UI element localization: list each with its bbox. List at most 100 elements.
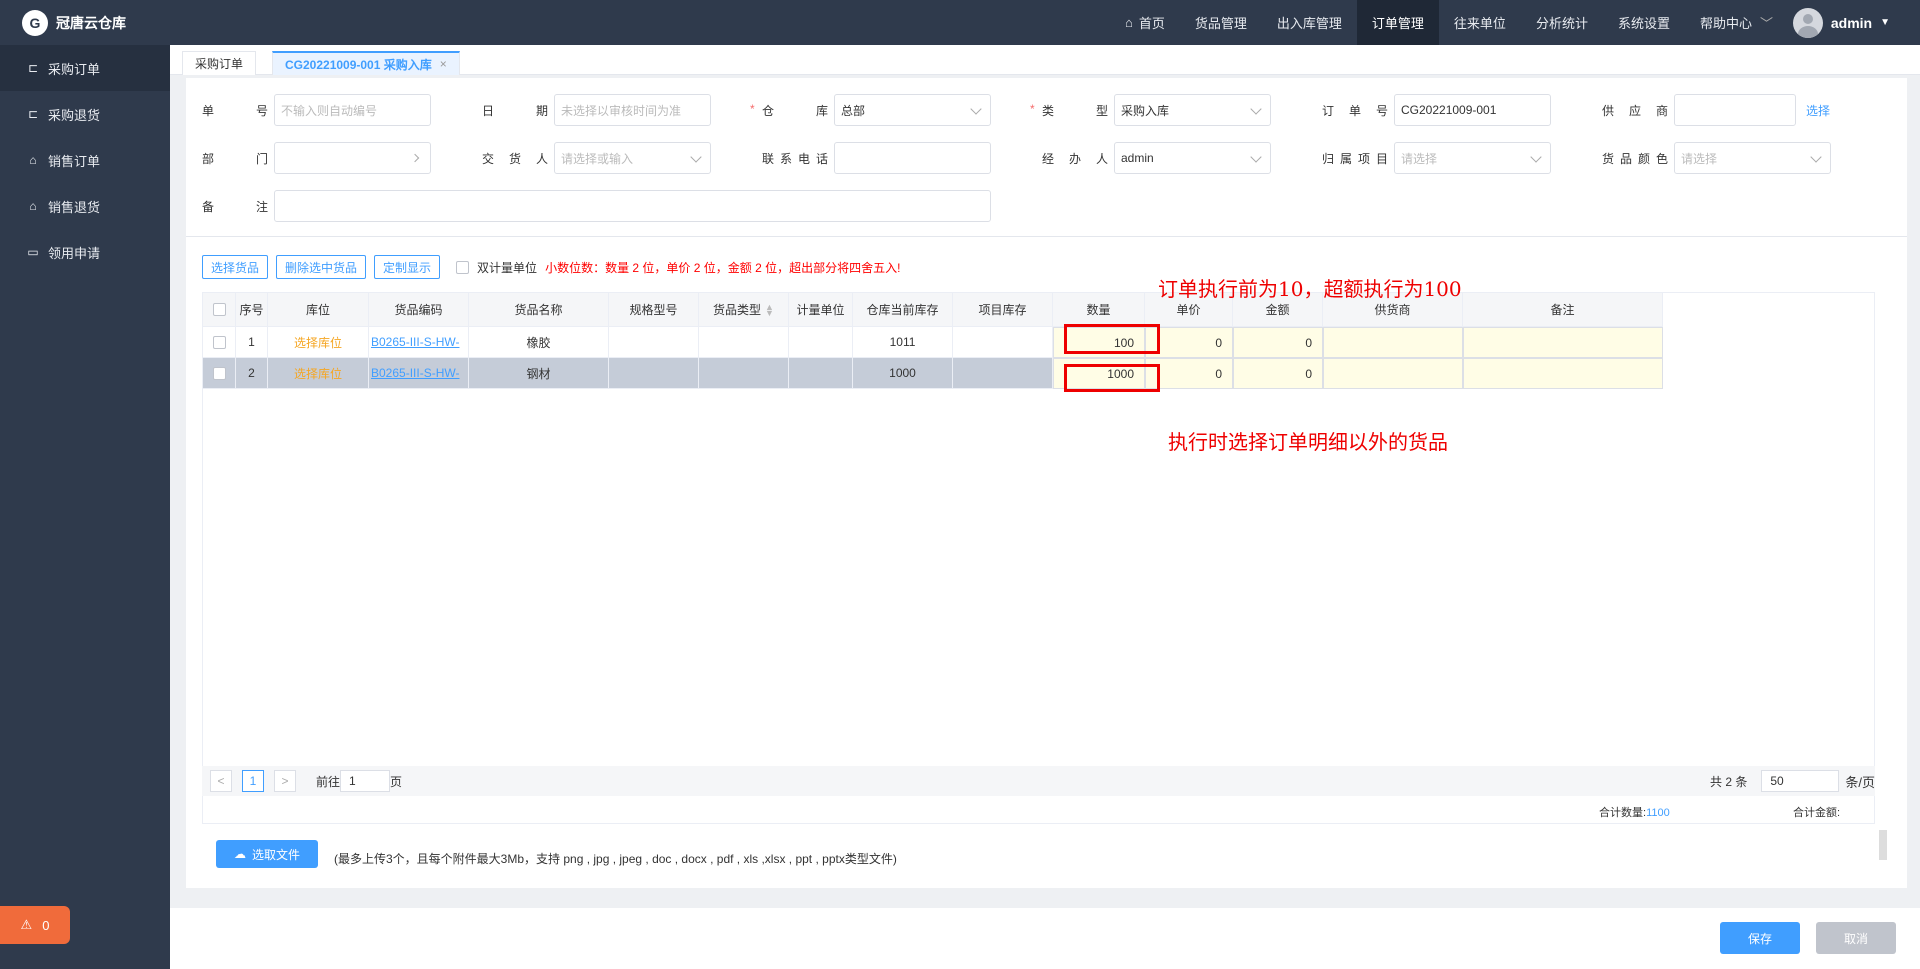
total-qty: 合计数量:1100 — [1599, 807, 1670, 819]
upload-file-button[interactable]: ☁ 选取文件 — [216, 840, 318, 868]
dual-unit-label: 双计量单位 — [477, 260, 538, 275]
close-icon[interactable]: × — [440, 57, 447, 71]
goods-name: 钢材 — [469, 358, 609, 389]
goods-code-link[interactable]: B0265-III-S-HW- — [369, 327, 469, 358]
annotation-text: 执行时选择订单明细以外的货品 — [1168, 430, 1448, 454]
project-stock — [953, 327, 1053, 358]
chevron-down-icon — [1810, 151, 1822, 163]
nav-analytics[interactable]: 分析统计 — [1521, 0, 1603, 45]
remark-cell-input[interactable] — [1463, 327, 1663, 358]
top-nav: ⌂ 首页 货品管理 出入库管理 订单管理 往来单位 分析统计 系统设置 帮助中心 ﹀… — [170, 0, 1920, 45]
save-button[interactable]: 保存 — [1720, 922, 1800, 954]
app-title: 冠唐云仓库 — [56, 14, 126, 31]
dual-unit-checkbox[interactable] — [456, 260, 470, 274]
order-no-label: 单号 — [202, 103, 268, 118]
home-icon: ⌂ — [1125, 15, 1133, 30]
color-select[interactable]: 请选择 — [1674, 142, 1831, 174]
next-page-button[interactable]: > — [274, 770, 296, 792]
pagination: < 1 > 前往 1 页 共 2 条 50 条/页 — [202, 766, 1875, 796]
user-menu[interactable]: admin ▼ — [1792, 0, 1890, 45]
sidebar-item-label: 销售订单 — [48, 153, 101, 169]
prev-page-button[interactable]: < — [210, 770, 232, 792]
select-goods-button[interactable]: 选择货品 — [202, 255, 269, 279]
highlight-box — [1064, 364, 1160, 392]
supplier-label: 供应商 — [1602, 103, 1668, 118]
nav-home[interactable]: ⌂ 首页 — [1110, 0, 1180, 45]
amount-input[interactable]: 0 — [1233, 327, 1323, 358]
alarm-button[interactable]: ⚠ 0 — [0, 906, 70, 944]
dept-select[interactable] — [274, 142, 431, 174]
remark-cell-input[interactable] — [1463, 358, 1663, 389]
stock: 1011 — [853, 327, 953, 358]
cancel-button[interactable]: 取消 — [1816, 922, 1896, 954]
sidebar-item-purchase-order[interactable]: ⊏ 采购订单 — [0, 45, 170, 91]
type-select[interactable]: 采购入库 — [1114, 94, 1271, 126]
header-cell: 数量 — [1053, 293, 1145, 327]
warehouse-select[interactable]: 总部 — [834, 94, 991, 126]
remark-label: 备注 — [202, 199, 268, 214]
date-input[interactable]: 未选择以审核时间为准 — [554, 94, 711, 126]
handler-select[interactable]: admin — [1114, 142, 1271, 174]
header-cell: 项目库存 — [953, 293, 1053, 327]
select-location-link[interactable]: 选择库位 — [268, 327, 369, 358]
select-location-link[interactable]: 选择库位 — [268, 358, 369, 389]
nav-settings[interactable]: 系统设置 — [1603, 0, 1685, 45]
highlight-box — [1064, 324, 1160, 354]
goto-page-input[interactable]: 1 — [340, 770, 391, 792]
handler-label: 经办人 — [1042, 151, 1108, 166]
goods-type — [699, 358, 789, 389]
folder-icon: ▭ — [27, 245, 39, 259]
sidebar-item-purchase-return[interactable]: ⊏ 采购退货 — [0, 91, 170, 137]
supplier-cell-input[interactable] — [1323, 327, 1463, 358]
sort-icon[interactable]: ▲ ▼ — [765, 302, 774, 317]
project-select[interactable]: 请选择 — [1394, 142, 1551, 174]
goods-code-link[interactable]: B0265-III-S-HW- — [369, 358, 469, 389]
table-row[interactable]: 2 选择库位 B0265-III-S-HW- 钢材 1000 1000 0 0 — [203, 358, 1663, 389]
goods-name: 橡胶 — [469, 327, 609, 358]
amount-input[interactable]: 0 — [1233, 358, 1323, 389]
table-row[interactable]: 1 选择库位 B0265-III-S-HW- 橡胶 1011 100 0 0 — [203, 327, 1663, 358]
custom-display-button[interactable]: 定制显示 — [374, 255, 441, 279]
content-panel: 单号 不输入则自动编号 日期 未选择以审核时间为准 * 仓库 总部 * 类型 采购入… — [186, 78, 1907, 888]
supplier-cell-input[interactable] — [1323, 358, 1463, 389]
sidebar-item-requisition[interactable]: ▭ 领用申请 — [0, 229, 170, 275]
nav-inout[interactable]: 出入库管理 — [1262, 0, 1357, 45]
table-toolbar: 选择货品 删除选中货品 定制显示 双计量单位 小数位数：数量 2 位，单价 2 … — [202, 255, 900, 279]
cart-icon: ⊏ — [27, 107, 39, 121]
app-logo[interactable]: G 冠唐云仓库 — [0, 0, 170, 45]
scrollbar[interactable] — [1879, 830, 1887, 860]
select-all-checkbox[interactable] — [212, 303, 226, 316]
footer-bar — [170, 908, 1920, 969]
phone-input[interactable] — [834, 142, 991, 174]
nav-goods[interactable]: 货品管理 — [1180, 0, 1262, 45]
row-checkbox[interactable] — [212, 335, 226, 349]
nav-help[interactable]: 帮助中心 ﹀ — [1685, 0, 1788, 45]
delete-selected-button[interactable]: 删除选中货品 — [276, 255, 367, 279]
annotation-text: 订单执行前为10，超额执行为100 — [1158, 277, 1462, 301]
supplier-input[interactable] — [1674, 94, 1796, 126]
supplier-select-link[interactable]: 选择 — [1806, 102, 1830, 119]
cart-icon: ⊏ — [27, 61, 39, 75]
nav-partners[interactable]: 往来单位 — [1439, 0, 1521, 45]
tab-purchase-order[interactable]: 采购订单 — [182, 51, 257, 75]
header-select-all[interactable] — [203, 293, 236, 327]
row-seq: 1 — [236, 327, 268, 358]
header-cell-sortable[interactable]: 货品类型 ▲ ▼ — [699, 293, 789, 327]
remark-input[interactable] — [274, 190, 991, 222]
totals-row: 合计数量:1100 合计金额: — [202, 796, 1875, 824]
deliverer-select[interactable]: 请选择或输入 — [554, 142, 711, 174]
sidebar-item-sales-return[interactable]: ⌂ 销售退货 — [0, 183, 170, 229]
total-count: 共 2 条 — [1710, 774, 1748, 789]
tab-current-order[interactable]: CG20221009-001 采购入库 × — [272, 51, 460, 75]
nav-orders[interactable]: 订单管理 — [1356, 0, 1439, 45]
order-no-input[interactable]: 不输入则自动编号 — [274, 94, 431, 126]
spec — [609, 327, 699, 358]
sidebar-item-sales-order[interactable]: ⌂ 销售订单 — [0, 137, 170, 183]
stock: 1000 — [853, 358, 953, 389]
page-size-select[interactable]: 50 — [1761, 770, 1840, 792]
ref-no-input[interactable]: CG20221009-001 — [1394, 94, 1551, 126]
page-number[interactable]: 1 — [242, 770, 264, 792]
row-checkbox[interactable] — [212, 366, 226, 380]
header-cell: 规格型号 — [609, 293, 699, 327]
sidebar-item-label: 采购退货 — [48, 107, 101, 123]
